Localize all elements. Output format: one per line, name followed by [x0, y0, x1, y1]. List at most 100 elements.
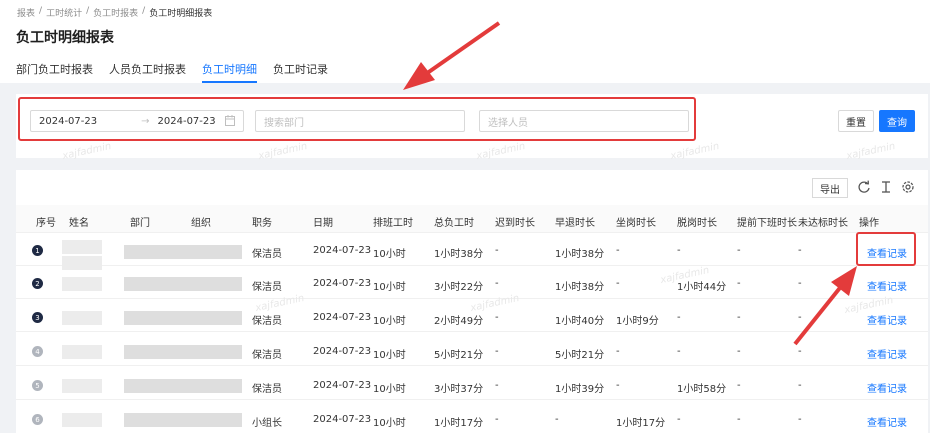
cell-late: - [495, 380, 499, 391]
name-redacted [62, 379, 102, 393]
col-total-negative: 总负工时 [434, 218, 474, 229]
cell-position: 小组长 [252, 418, 282, 429]
col-actions: 操作 [859, 218, 879, 229]
cell-late: - [495, 278, 499, 289]
cell-total: 3小时37分 [434, 384, 484, 395]
breadcrumb-item-current: 负工时明细报表 [149, 9, 213, 19]
cell-position: 保洁员 [252, 249, 282, 260]
breadcrumb-item-negative-report[interactable]: 负工时报表 [93, 6, 138, 19]
cell-off: - [677, 245, 681, 256]
page-title: 负工时明细报表 [16, 30, 114, 46]
row-index-badge: 2 [32, 278, 43, 289]
cell-shift: 10小时 [373, 316, 406, 327]
cell-position: 保洁员 [252, 282, 282, 293]
annotation-arrow-top [403, 21, 501, 90]
col-date: 日期 [313, 218, 333, 229]
view-records-link[interactable]: 查看记录 [867, 380, 907, 395]
cell-shift: 10小时 [373, 350, 406, 361]
cell-shift: 10小时 [373, 418, 406, 429]
reset-button[interactable]: 重置 [838, 110, 874, 132]
tab-negative-records[interactable]: 负工时记录 [273, 61, 328, 83]
name-redacted [62, 413, 102, 427]
tab-negative-detail[interactable]: 负工时明细 [202, 61, 257, 83]
cell-leave-early: - [737, 312, 741, 323]
cell-seat: 1小时17分 [616, 418, 666, 429]
cell-off: - [677, 346, 681, 357]
col-unmet: 未达标时长 [798, 218, 848, 229]
department-redacted [124, 277, 242, 291]
action-highlight-box [856, 232, 916, 266]
department-redacted [124, 311, 242, 325]
cell-leave-early: - [737, 245, 741, 256]
cell-date: 2024-07-23 [313, 380, 372, 391]
cell-total: 5小时21分 [434, 350, 484, 361]
cell-off: - [677, 312, 681, 323]
cell-date: 2024-07-23 [313, 312, 372, 323]
name-redacted [62, 240, 102, 254]
tab-person-report[interactable]: 人员负工时报表 [109, 61, 186, 83]
cell-seat: - [616, 278, 620, 289]
report-tabs: 部门负工时报表 人员负工时报表 负工时明细 负工时记录 [16, 61, 344, 83]
view-records-link[interactable]: 查看记录 [867, 414, 907, 429]
cell-shift: 10小时 [373, 384, 406, 395]
cell-off: 1小时58分 [677, 384, 727, 395]
view-records-link[interactable]: 查看记录 [867, 346, 907, 361]
cell-early: 1小时38分 [555, 249, 605, 260]
cell-seat: - [616, 245, 620, 256]
col-late: 迟到时长 [495, 218, 535, 229]
breadcrumb-item-hours[interactable]: 工时统计 [46, 6, 82, 19]
row-index-badge: 4 [32, 346, 43, 357]
cell-late: - [495, 414, 499, 425]
cell-seat: - [616, 346, 620, 357]
view-records-link[interactable]: 查看记录 [867, 312, 907, 327]
cell-position: 保洁员 [252, 384, 282, 395]
name-redacted [62, 345, 102, 359]
row-index-badge: 1 [32, 245, 43, 256]
department-redacted [124, 245, 242, 259]
cell-seat: - [616, 380, 620, 391]
cell-seat: 1小时9分 [616, 316, 659, 327]
cell-date: 2024-07-23 [313, 346, 372, 357]
view-records-link[interactable]: 查看记录 [867, 278, 907, 293]
cell-date: 2024-07-23 [313, 278, 372, 289]
cell-late: - [495, 346, 499, 357]
department-redacted [124, 413, 242, 427]
name-redacted [62, 277, 102, 291]
breadcrumb: 报表 / 工时统计 / 负工时报表 / 负工时明细报表 [17, 6, 213, 19]
col-department: 部门 [130, 218, 150, 229]
cell-unmet: - [798, 414, 802, 425]
row-index-badge: 3 [32, 312, 43, 323]
row-index-badge: 6 [32, 414, 43, 425]
name-redacted [62, 311, 102, 325]
cell-shift: 10小时 [373, 282, 406, 293]
row-index-badge: 5 [32, 380, 43, 391]
cell-early: - [555, 414, 559, 425]
cell-unmet: - [798, 380, 802, 391]
cell-total: 1小时17分 [434, 418, 484, 429]
col-name: 姓名 [69, 218, 89, 229]
col-off-post: 脱岗时长 [677, 218, 717, 229]
department-redacted [124, 345, 242, 359]
cell-late: - [495, 312, 499, 323]
col-position: 职务 [252, 218, 272, 229]
cell-leave-early: - [737, 346, 741, 357]
settings-icon[interactable] [901, 180, 915, 194]
refresh-icon[interactable] [857, 180, 871, 194]
col-early-leave: 早退时长 [555, 218, 595, 229]
breadcrumb-item-reports[interactable]: 报表 [17, 6, 35, 19]
cell-leave-early: - [737, 414, 741, 425]
cell-leave-early: - [737, 278, 741, 289]
cell-date: 2024-07-23 [313, 245, 372, 256]
tab-dept-report[interactable]: 部门负工时报表 [16, 61, 93, 83]
cell-early: 5小时21分 [555, 350, 605, 361]
col-organization: 组织 [191, 218, 211, 229]
cell-total: 1小时38分 [434, 249, 484, 260]
col-leave-early: 提前下班时长 [737, 218, 797, 229]
cell-late: - [495, 245, 499, 256]
column-height-icon[interactable] [879, 180, 893, 194]
query-button[interactable]: 查询 [879, 110, 915, 132]
cell-early: 1小时40分 [555, 316, 605, 327]
cell-early: 1小时39分 [555, 384, 605, 395]
cell-position: 保洁员 [252, 350, 282, 361]
export-button[interactable]: 导出 [812, 178, 848, 198]
